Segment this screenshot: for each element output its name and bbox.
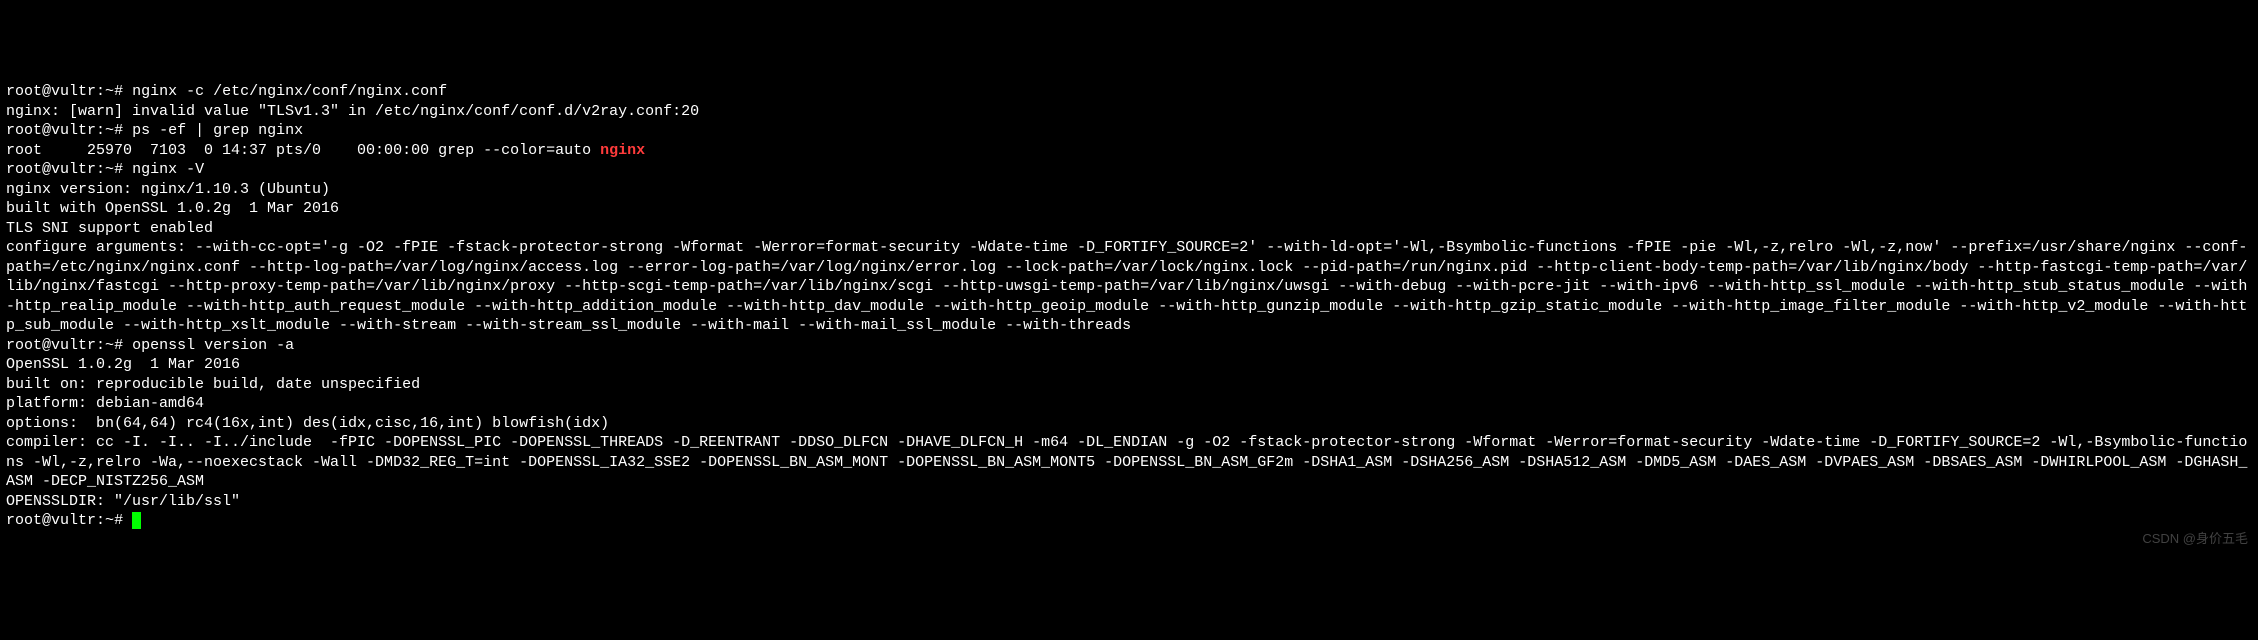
command-nginx-c: nginx -c /etc/nginx/conf/nginx.conf — [132, 83, 447, 100]
command-ps-grep: ps -ef | grep nginx — [132, 122, 303, 139]
prompt: root@vultr:~# — [6, 512, 123, 529]
output-line: compiler: cc -I. -I.. -I../include -fPIC… — [6, 434, 2247, 490]
grep-match: nginx — [600, 142, 645, 159]
output-line: platform: debian-amd64 — [6, 395, 204, 412]
prompt: root@vultr:~# — [6, 83, 123, 100]
output-line: TLS SNI support enabled — [6, 220, 213, 237]
output-line: configure arguments: --with-cc-opt='-g -… — [6, 239, 2247, 334]
prompt: root@vultr:~# — [6, 122, 123, 139]
output-line: OPENSSLDIR: "/usr/lib/ssl" — [6, 493, 240, 510]
command-nginx-V: nginx -V — [132, 161, 204, 178]
prompt: root@vultr:~# — [6, 161, 123, 178]
watermark: CSDN @身价五毛 — [2142, 531, 2248, 548]
output-line: nginx: [warn] invalid value "TLSv1.3" in… — [6, 103, 699, 120]
output-line: built on: reproducible build, date unspe… — [6, 376, 420, 393]
output-line: OpenSSL 1.0.2g 1 Mar 2016 — [6, 356, 240, 373]
prompt: root@vultr:~# — [6, 337, 123, 354]
output-line: root 25970 7103 0 14:37 pts/0 00:00:00 g… — [6, 142, 645, 159]
output-line: nginx version: nginx/1.10.3 (Ubuntu) — [6, 181, 330, 198]
terminal[interactable]: root@vultr:~# nginx -c /etc/nginx/conf/n… — [0, 39, 2258, 554]
command-openssl-version: openssl version -a — [132, 337, 294, 354]
output-line: built with OpenSSL 1.0.2g 1 Mar 2016 — [6, 200, 339, 217]
output-line: options: bn(64,64) rc4(16x,int) des(idx,… — [6, 415, 609, 432]
cursor — [132, 512, 141, 529]
